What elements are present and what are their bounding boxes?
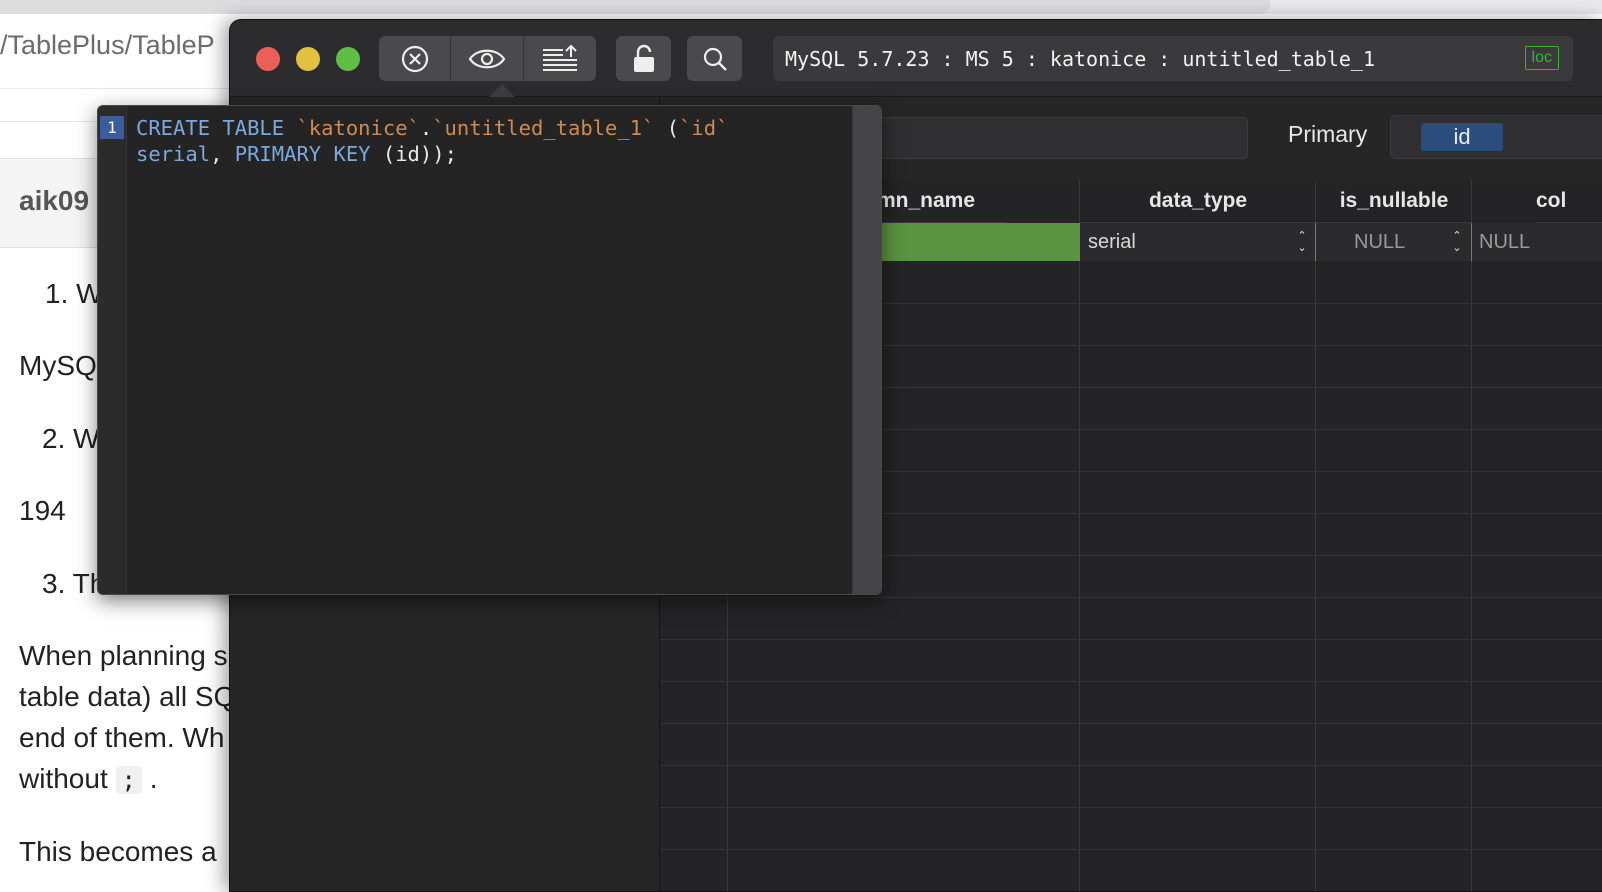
grid-line <box>660 681 1602 682</box>
grid-line <box>1079 180 1080 891</box>
minimize-window-button[interactable] <box>296 47 320 71</box>
sql-code-editor[interactable]: CREATE TABLE `katonice`.`untitled_table_… <box>136 115 728 167</box>
circle-x-icon <box>401 45 428 72</box>
connection-path: MySQL 5.7.23 : MS 5 : katonice : untitle… <box>785 47 1376 71</box>
toolbar-group <box>379 36 596 81</box>
data-type-cell[interactable]: serial ⌃ ⌄ <box>1080 223 1315 261</box>
inline-code: ; <box>115 766 142 794</box>
grid-line <box>1471 180 1472 891</box>
list-upload-icon <box>542 44 577 71</box>
paragraph-text: When planning s <box>19 640 228 671</box>
commit-button[interactable] <box>522 36 596 81</box>
popover-scrollbar[interactable] <box>852 106 881 594</box>
grid-line <box>660 849 1602 850</box>
sql-punct: . <box>419 116 433 140</box>
sql-punct: (id)); <box>370 142 457 166</box>
grid-line <box>660 597 1602 598</box>
sql-type: serial <box>136 142 211 166</box>
zoom-window-button[interactable] <box>336 47 360 71</box>
list-item: 1. W <box>45 278 103 309</box>
default-value: NULL <box>1479 231 1531 253</box>
column-header-default[interactable]: col <box>1536 180 1602 223</box>
sql-preview-popover: 1 CREATE TABLE `katonice`.`untitled_tabl… <box>97 105 882 595</box>
popover-arrow <box>488 84 516 98</box>
eye-icon <box>468 49 506 68</box>
browser-top-bar <box>0 0 1602 14</box>
search-button[interactable] <box>687 36 742 81</box>
lock-open-icon <box>633 44 654 72</box>
post-author[interactable]: aik09 <box>19 185 89 217</box>
list-item: 3. Th <box>42 568 106 599</box>
grid-line <box>660 807 1602 808</box>
paragraph-text: table data) all SQ <box>19 681 236 712</box>
line-number-gutter: 1 <box>98 106 127 594</box>
discard-button[interactable] <box>379 36 450 81</box>
primary-key-chip[interactable]: id <box>1421 123 1503 151</box>
sql-punct: , <box>210 142 235 166</box>
paragraph-fragment: . <box>141 763 158 794</box>
sql-identifier: `id` <box>679 116 729 140</box>
sql-keyword: CREATE TABLE <box>136 116 285 140</box>
sql-punct: ( <box>654 116 680 140</box>
divider <box>0 88 240 89</box>
sql-keyword: PRIMARY KEY <box>234 142 371 166</box>
paragraph-fragment: without <box>19 763 116 794</box>
search-icon <box>703 47 727 71</box>
data-type-value: serial <box>1088 231 1136 253</box>
column-header-is-nullable[interactable]: is_nullable <box>1316 180 1472 223</box>
browser-url-text: /TablePlus/TableP <box>0 30 215 60</box>
list-item: 2. W <box>42 423 100 454</box>
column-header-data-type[interactable]: data_type <box>1080 180 1316 223</box>
grid-line <box>1315 180 1316 891</box>
is-nullable-cell[interactable]: NULL ⌃ ⌄ <box>1316 223 1471 261</box>
is-nullable-value: NULL <box>1354 231 1406 253</box>
paragraph-text: This becomes a <box>19 836 217 867</box>
default-cell[interactable]: NULL <box>1472 223 1602 261</box>
primary-key-field[interactable]: id <box>1390 115 1602 159</box>
primary-label: Primary <box>1288 121 1368 147</box>
connection-path-bar[interactable]: MySQL 5.7.23 : MS 5 : katonice : untitle… <box>773 36 1573 81</box>
grid-line <box>660 765 1602 766</box>
line-number: 1 <box>100 116 124 139</box>
title-bar: MySQL 5.7.23 : MS 5 : katonice : untitle… <box>230 20 1602 98</box>
column-header-column-name[interactable]: mn_name <box>877 180 1007 223</box>
safe-mode-lock-button[interactable] <box>616 36 671 81</box>
chevron-updown-icon[interactable]: ⌃ ⌄ <box>1295 223 1309 261</box>
connection-badge: loc <box>1524 46 1559 70</box>
sql-identifier: `untitled_table_1` <box>432 116 655 140</box>
paragraph-text: 194 <box>19 495 66 526</box>
chevron-updown-icon[interactable]: ⌃ ⌄ <box>1450 223 1464 261</box>
paragraph-text: MySQ <box>19 350 97 381</box>
paragraph-text: end of them. Wh <box>19 722 225 753</box>
preview-sql-button[interactable] <box>450 36 522 81</box>
close-window-button[interactable] <box>256 47 280 71</box>
grid-line <box>660 639 1602 640</box>
paragraph-text: without ; . <box>19 763 158 795</box>
grid-line <box>660 723 1602 724</box>
sql-identifier: `katonice` <box>296 116 420 140</box>
